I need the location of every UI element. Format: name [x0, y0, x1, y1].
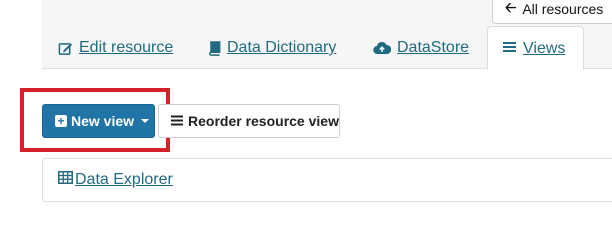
reorder-label: Reorder resource view — [188, 113, 339, 129]
caret-down-icon — [141, 119, 150, 123]
new-view-label: New view — [71, 113, 135, 129]
tab-label: Views — [523, 39, 566, 57]
edit-icon — [58, 41, 73, 56]
view-item-label: Data Explorer — [75, 171, 173, 188]
reorder-resource-view-button[interactable]: Reorder resource view — [158, 104, 340, 138]
view-item-data-explorer[interactable]: Data Explorer — [58, 171, 173, 189]
tab-label: DataStore — [397, 39, 470, 56]
book-icon — [207, 40, 221, 56]
new-view-button[interactable]: + New view — [42, 104, 155, 138]
plus-square-icon: + — [55, 115, 67, 127]
cloud-upload-icon — [373, 41, 391, 55]
arrow-left-icon: 🡠 — [505, 0, 517, 15]
resource-views-list: Data Explorer — [42, 158, 612, 202]
tab-label: Data Dictionary — [227, 39, 337, 56]
tab-data-dictionary[interactable]: Data Dictionary — [207, 37, 336, 59]
tab-datastore[interactable]: DataStore — [373, 37, 469, 59]
tab-views[interactable]: Views — [487, 26, 584, 70]
tab-edit-resource[interactable]: Edit resource — [58, 37, 173, 59]
all-resources-button[interactable]: 🡠 All resources — [492, 0, 612, 24]
table-icon — [58, 171, 73, 189]
list-icon — [503, 40, 516, 58]
list-icon — [171, 113, 183, 129]
all-resources-label: All resources — [522, 1, 604, 17]
tab-label: Edit resource — [79, 39, 174, 56]
